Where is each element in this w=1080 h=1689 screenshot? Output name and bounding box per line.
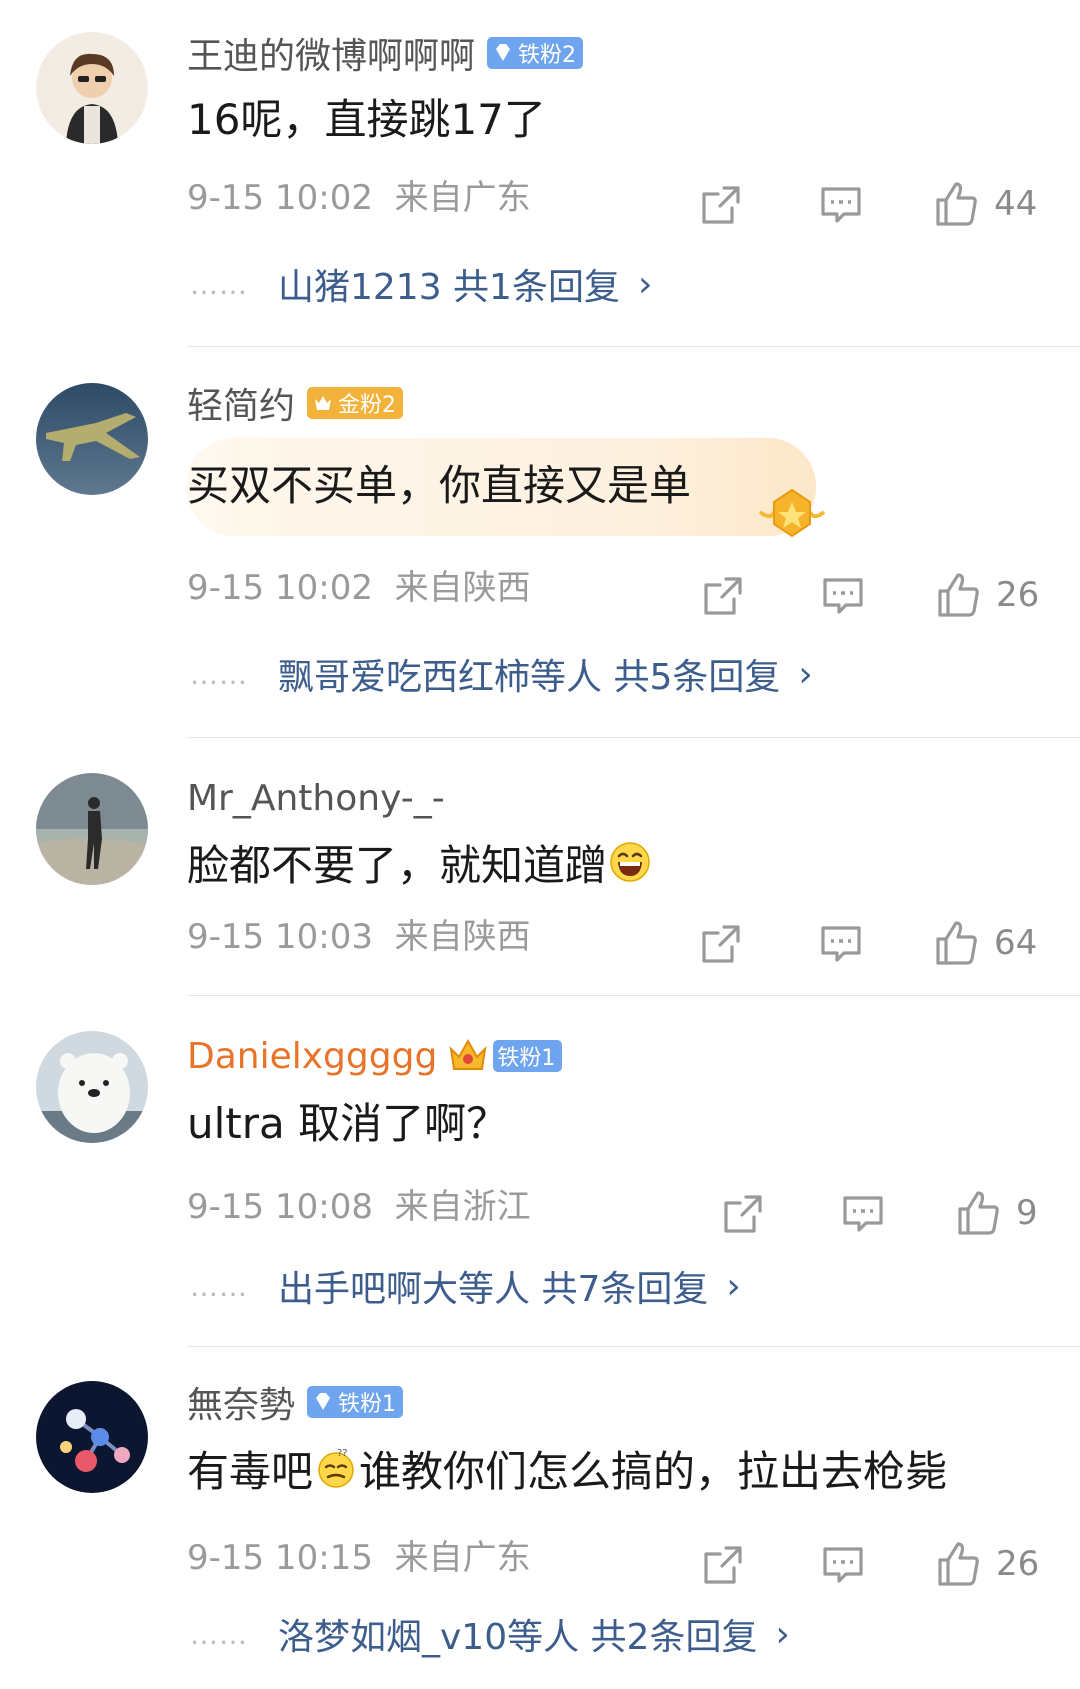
thumbs-up-icon [936, 182, 977, 226]
user-avatar[interactable] [36, 1031, 148, 1143]
divider [187, 737, 1080, 738]
laughing-emoji-icon [610, 842, 650, 882]
username[interactable]: Danielxggggg [187, 1036, 437, 1077]
dizzy-emoji-icon: ?? [318, 1448, 354, 1488]
like-button[interactable]: 9 [954, 1189, 1038, 1237]
reply-link[interactable]: …… 山猪1213 共1条回复 › [190, 258, 652, 310]
reply-link[interactable]: …… 洛梦如烟_v10等人 共2条回复 › [190, 1608, 790, 1660]
comment-location: 来自陕西 [394, 917, 531, 957]
thumbs-up-icon [938, 573, 979, 617]
thumbs-up-icon [936, 921, 977, 965]
username[interactable]: Mr_Anthony-_- [187, 778, 445, 819]
comment-text: 有毒吧 ?? 谁教你们怎么搞的，拉出去枪毙 [187, 1446, 948, 1496]
comment-icon[interactable] [818, 182, 864, 228]
share-icon[interactable] [700, 573, 746, 619]
like-count: 26 [996, 575, 1040, 615]
comment-time: 9-15 10:15 [187, 1538, 373, 1578]
user-avatar[interactable] [36, 383, 148, 495]
comment-meta: 9-15 10:08 来自浙江 [187, 1179, 531, 1228]
share-icon[interactable] [698, 921, 744, 967]
like-button[interactable]: 26 [934, 1540, 1039, 1588]
crown-icon [449, 1038, 487, 1070]
like-button[interactable]: 44 [932, 180, 1037, 228]
fan-badge: 铁粉2 [487, 37, 584, 69]
comment-location: 来自广东 [394, 178, 531, 218]
divider [187, 995, 1080, 996]
chevron-right-icon: › [798, 653, 813, 695]
comment-icon[interactable] [820, 1542, 866, 1588]
comment-meta: 9-15 10:03 来自陕西 [187, 909, 531, 958]
thumbs-up-icon [938, 1542, 979, 1586]
comment-time: 9-15 10:02 [187, 178, 373, 218]
username[interactable]: 轻简约 [187, 377, 295, 429]
fan-star-badge-icon [758, 488, 826, 538]
like-count: 9 [1016, 1193, 1038, 1233]
chevron-right-icon: › [726, 1265, 741, 1307]
like-button[interactable]: 26 [934, 571, 1039, 619]
fan-badge: 铁粉1 [307, 1386, 404, 1418]
fan-badge: 铁粉1 [493, 1040, 563, 1072]
thumbs-up-icon [958, 1191, 999, 1235]
comment-text: ultra 取消了啊？ [187, 1098, 509, 1148]
comment-meta: 9-15 10:02 来自陕西 [187, 560, 531, 609]
username[interactable]: 王迪的微博啊啊啊 [187, 27, 475, 79]
chevron-right-icon: › [637, 263, 653, 305]
like-count: 64 [994, 923, 1038, 963]
comment-icon[interactable] [818, 921, 864, 967]
user-avatar[interactable] [36, 773, 148, 885]
share-icon[interactable] [700, 1542, 746, 1588]
comment-location: 来自陕西 [394, 568, 531, 608]
comment-icon[interactable] [820, 573, 866, 619]
share-icon[interactable] [720, 1191, 766, 1237]
like-count: 26 [996, 1544, 1040, 1584]
like-count: 44 [994, 184, 1038, 224]
comment-time: 9-15 10:03 [187, 917, 373, 957]
diamond-icon [496, 44, 511, 61]
svg-text:??: ?? [337, 1448, 348, 1459]
fan-badge: 金粉2 [307, 387, 404, 419]
user-avatar[interactable] [36, 32, 148, 144]
chevron-right-icon: › [775, 1613, 790, 1655]
comment-time: 9-15 10:02 [187, 568, 373, 608]
share-icon[interactable] [698, 182, 744, 228]
comment-meta: 9-15 10:15 来自广东 [187, 1530, 531, 1579]
comment-location: 来自浙江 [394, 1187, 531, 1227]
reply-link[interactable]: …… 出手吧啊大等人 共7条回复 › [190, 1260, 741, 1312]
comment-text: 买双不买单，你直接又是单 [187, 460, 692, 510]
user-avatar[interactable] [36, 1381, 148, 1493]
comment-meta: 9-15 10:02 来自广东 [187, 170, 531, 219]
username[interactable]: 無奈勢 [187, 1376, 295, 1428]
comment-icon[interactable] [840, 1191, 886, 1237]
comment-time: 9-15 10:08 [187, 1187, 373, 1227]
comment-text: 16呢，直接跳17了 [187, 94, 546, 144]
reply-link[interactable]: …… 飘哥爱吃西红柿等人 共5条回复 › [190, 648, 813, 700]
like-button[interactable]: 64 [932, 919, 1037, 967]
crown-icon [315, 396, 332, 410]
comment-text: 脸都不要了，就知道蹭 [187, 834, 653, 890]
divider [187, 346, 1080, 347]
divider [187, 1346, 1080, 1347]
diamond-icon [316, 1393, 331, 1410]
comment-location: 来自广东 [394, 1538, 531, 1578]
